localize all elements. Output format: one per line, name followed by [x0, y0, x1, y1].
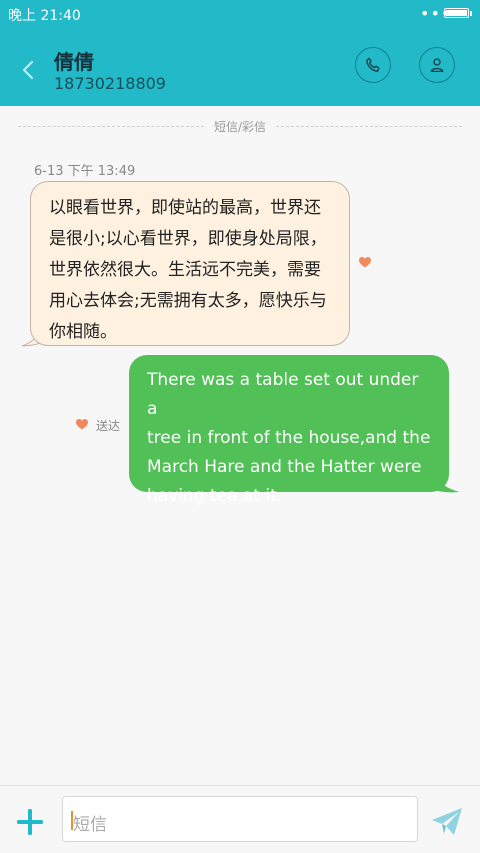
contact-button[interactable] [419, 47, 455, 83]
message-type-label: 短信/彩信 [213, 120, 267, 134]
message-line: 世界依然很大。生活远不完美，需要 [49, 260, 321, 280]
heart-icon [359, 257, 371, 268]
divider-line-right [276, 126, 462, 127]
status-time: 晚上 21:40 [8, 8, 81, 24]
delivery-status: 送达 [96, 419, 121, 433]
app-header: 晚上 21:40 ••• 倩倩 18730218809 [0, 0, 480, 106]
message-line: March Hare and the Hatter were [147, 457, 422, 477]
status-bar: 晚上 21:40 ••• [0, 0, 480, 28]
battery-icon [444, 8, 469, 18]
message-input[interactable]: 短信 [62, 796, 418, 842]
incoming-message-bubble[interactable]: 以眼看世界，即使站的最高，世界还 是很小;以心看世界，即使身处局限， 世界依然很… [30, 181, 350, 346]
back-button[interactable] [14, 56, 42, 84]
add-attachment-button[interactable] [14, 806, 46, 838]
message-line: 以眼看世界，即使站的最高，世界还 [49, 198, 321, 218]
person-icon [430, 58, 444, 73]
battery-tip [470, 11, 472, 16]
message-line: tree in front of the house,and the [147, 428, 431, 448]
composer-bar: 短信 [0, 785, 480, 853]
message-line: having tea at it. [147, 486, 283, 506]
plus-icon [17, 809, 43, 835]
chevron-left-icon [22, 60, 34, 80]
call-button[interactable] [355, 47, 391, 83]
message-input-placeholder: 短信 [73, 815, 107, 835]
message-timestamp: 6-13 下午 13:49 [34, 164, 136, 179]
contact-name: 倩倩 [54, 50, 94, 74]
phone-icon [366, 57, 380, 72]
paper-plane-icon [432, 808, 462, 835]
message-line: 用心去体会;无需拥有太多，愿快乐与 [49, 291, 327, 311]
message-line: There was a table set out under a [147, 370, 419, 419]
heart-icon [76, 419, 88, 430]
message-line: 你相随。 [49, 322, 117, 342]
divider-line-left [18, 126, 204, 127]
outgoing-message-bubble[interactable]: There was a table set out under a tree i… [129, 355, 449, 506]
send-button[interactable] [430, 806, 464, 838]
message-line: 是很小;以心看世界，即使身处局限， [49, 229, 327, 249]
contact-phone: 18730218809 [54, 74, 166, 93]
